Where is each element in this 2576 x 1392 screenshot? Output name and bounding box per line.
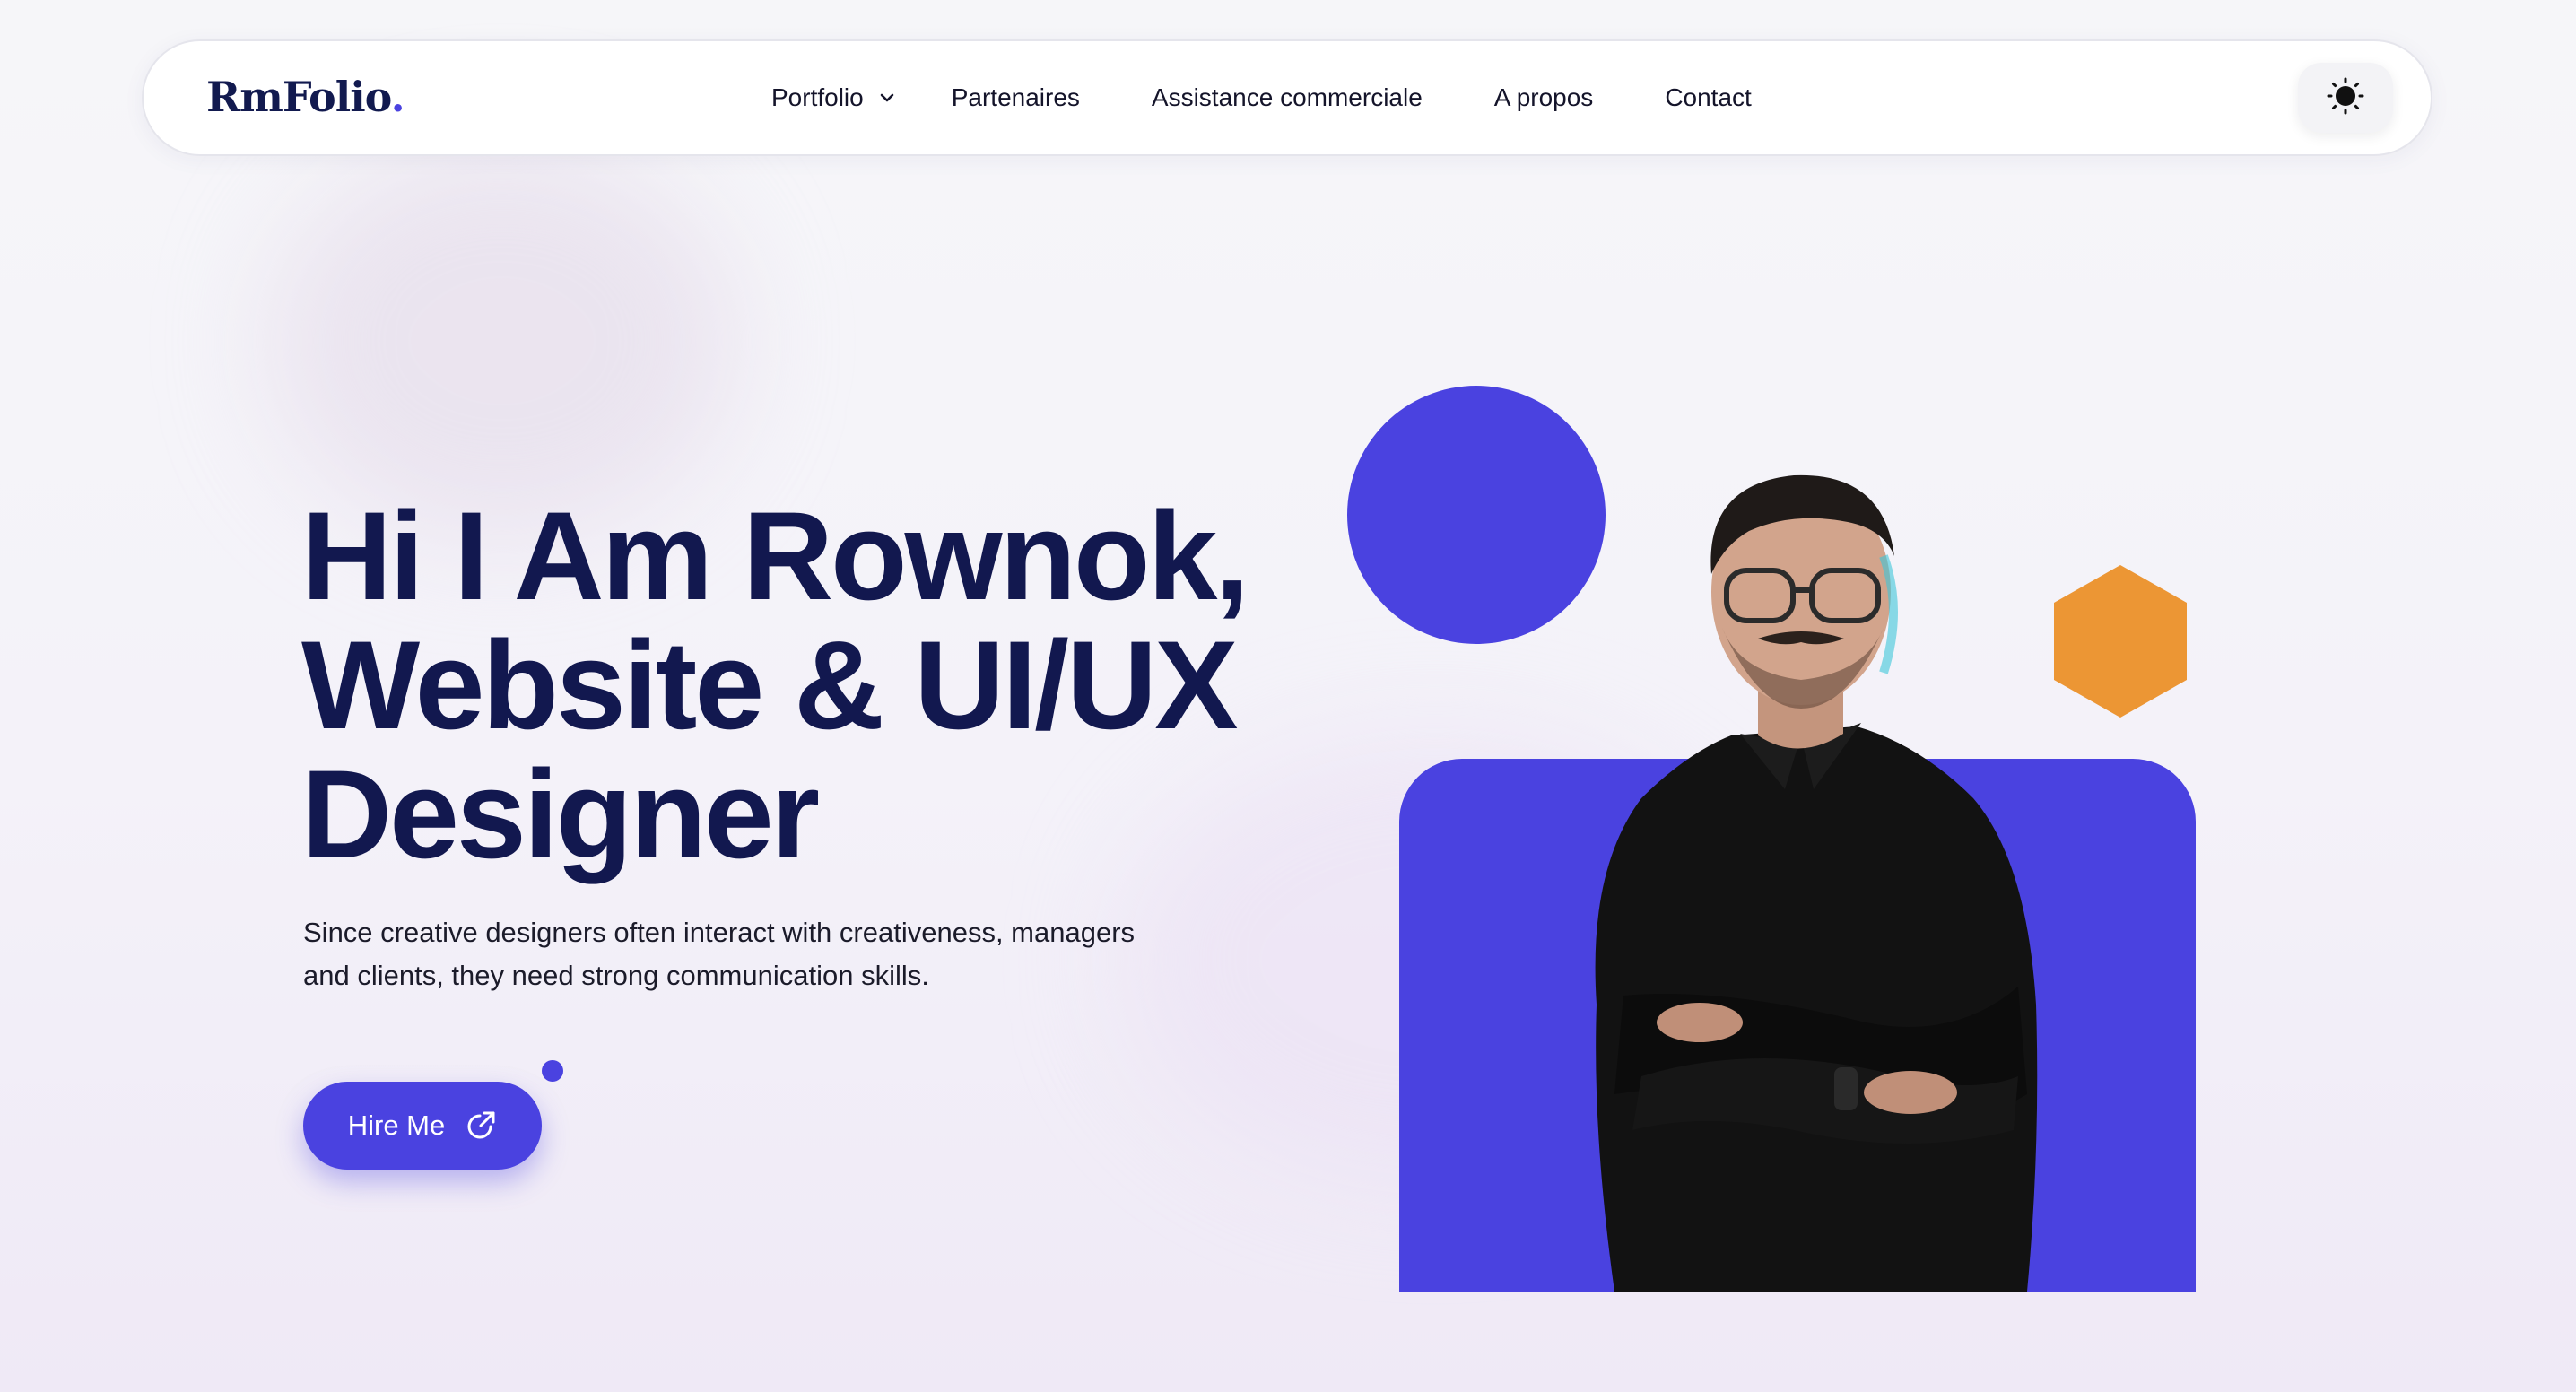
nav-item-label: Portfolio xyxy=(771,83,864,111)
nav-item-contact[interactable]: Contact xyxy=(1665,83,1752,112)
sun-icon xyxy=(2326,76,2365,120)
hire-me-label: Hire Me xyxy=(347,1109,446,1141)
hero-description-line: Since creative designers often interact … xyxy=(303,917,1136,948)
hero-title-line: Website & UI/UX xyxy=(301,614,1239,755)
nav-item-a-propos[interactable]: A propos xyxy=(1494,83,1594,112)
navbar: RmFolio. Portfolio Partenaires Assistanc… xyxy=(142,39,2432,156)
hero-title-line: Designer xyxy=(301,744,820,884)
hero-title: Hi I Am Rownok, Website & UI/UX Designer xyxy=(301,492,1378,879)
nav-item-assistance[interactable]: Assistance commerciale xyxy=(1152,83,1423,112)
hero-description-line: and clients, they need strong communicat… xyxy=(303,960,929,991)
nav-item-label: Partenaires xyxy=(951,83,1080,111)
nav-item-label: A propos xyxy=(1493,83,1594,111)
nav-item-label: Contact xyxy=(1665,83,1752,111)
logo-text: RmFolio xyxy=(206,73,392,121)
background-glow xyxy=(269,144,735,538)
profile-photo xyxy=(1489,448,2099,1292)
hire-me-button[interactable]: Hire Me xyxy=(303,1082,542,1170)
hero-description: Since creative designers often interact … xyxy=(303,911,1218,997)
nav-item-partenaires[interactable]: Partenaires xyxy=(952,83,1080,112)
logo-dot: . xyxy=(390,73,405,121)
hero-title-line: Hi I Am Rownok, xyxy=(301,485,1249,626)
decorative-dot xyxy=(542,1060,563,1082)
theme-toggle-button[interactable] xyxy=(2298,63,2393,133)
main-menu: Portfolio Partenaires Assistance commerc… xyxy=(771,41,1752,154)
external-link-icon xyxy=(466,1109,497,1143)
chevron-down-icon xyxy=(880,93,894,102)
nav-item-label: Assistance commerciale xyxy=(1151,83,1423,111)
nav-item-portfolio[interactable]: Portfolio xyxy=(771,83,894,112)
logo[interactable]: RmFolio. xyxy=(206,70,405,124)
